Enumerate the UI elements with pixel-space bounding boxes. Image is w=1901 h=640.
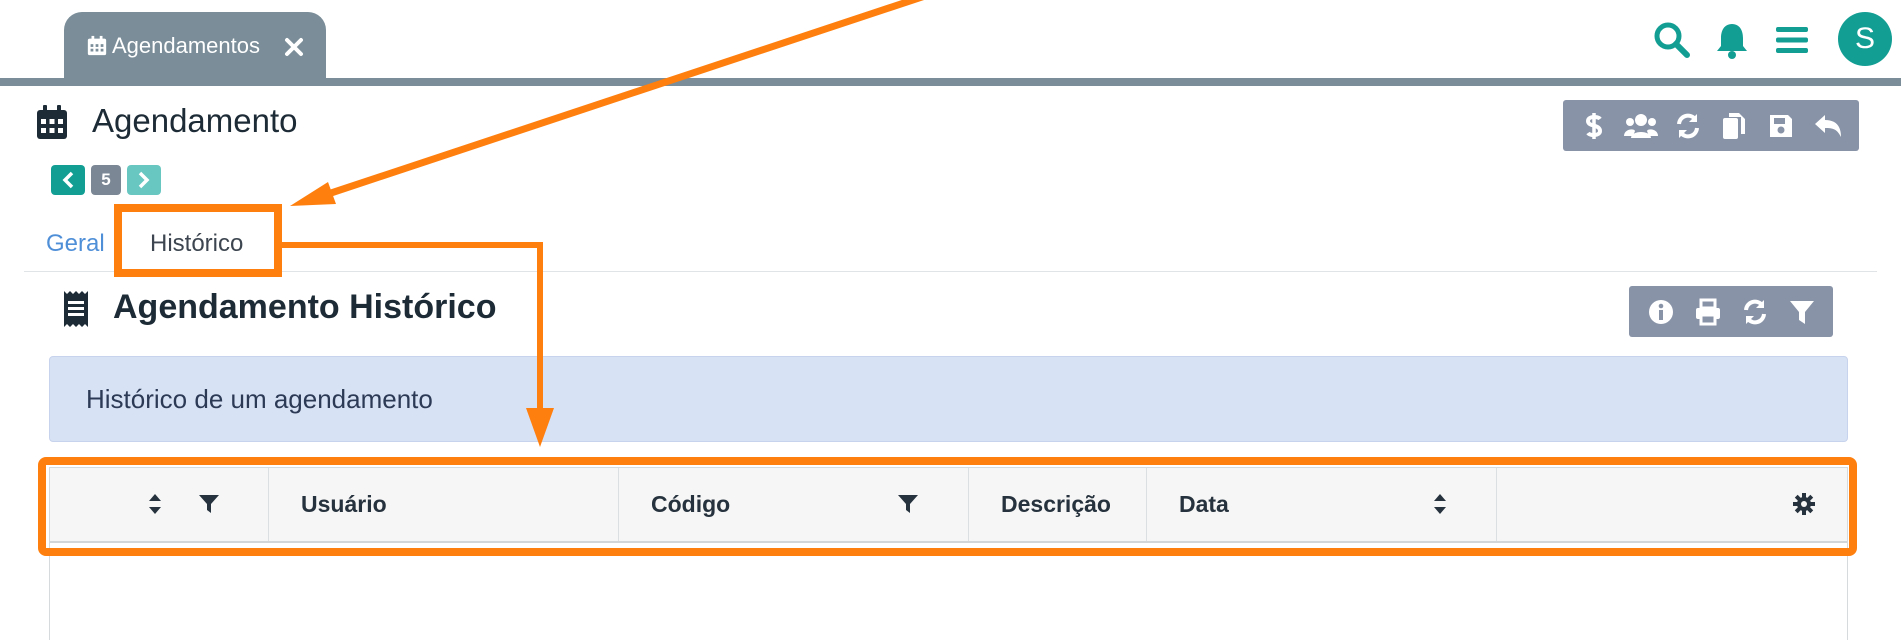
calendar-icon <box>87 35 107 56</box>
search-icon[interactable] <box>1652 20 1692 60</box>
table-header: Usuário Código Descrição Data <box>50 468 1847 543</box>
undo-button[interactable] <box>1811 109 1845 143</box>
info-text: Histórico de um agendamento <box>86 383 433 414</box>
tab-geral[interactable]: Geral <box>46 230 105 258</box>
users-icon <box>1623 113 1658 138</box>
refresh-button[interactable] <box>1738 295 1772 329</box>
column-header-usuario[interactable]: Usuário <box>269 468 619 541</box>
info-button[interactable] <box>1644 295 1678 329</box>
tab-bar: Geral Histórico <box>24 222 1877 272</box>
column-header-label: Descrição <box>1001 491 1111 517</box>
open-tab-label: Agendamentos <box>112 33 260 58</box>
previous-record-button[interactable] <box>51 165 85 195</box>
filter-icon[interactable] <box>897 493 919 515</box>
sync-button[interactable] <box>1671 109 1705 143</box>
receipt-icon <box>64 291 88 327</box>
next-record-button[interactable] <box>127 165 161 195</box>
top-bar: Agendamentos S <box>0 0 1901 86</box>
column-header-settings <box>1497 468 1847 541</box>
filter-icon[interactable] <box>198 493 220 515</box>
column-header-data[interactable]: Data <box>1147 468 1497 541</box>
print-icon <box>1695 298 1720 325</box>
open-tab-agendamentos[interactable]: Agendamentos <box>64 12 326 80</box>
menu-icon[interactable] <box>1772 20 1812 60</box>
print-button[interactable] <box>1691 295 1725 329</box>
users-button[interactable] <box>1623 109 1658 143</box>
avatar-initial: S <box>1854 22 1875 55</box>
copy-button[interactable] <box>1717 109 1751 143</box>
chevron-right-icon <box>138 171 150 189</box>
column-header-label: Data <box>1179 491 1229 517</box>
save-icon <box>1769 114 1792 137</box>
gear-icon[interactable] <box>1793 493 1815 515</box>
calendar-icon <box>37 105 67 139</box>
column-header-descricao[interactable]: Descrição <box>969 468 1147 541</box>
sync-icon <box>1676 113 1699 138</box>
record-pager: 5 <box>51 165 161 195</box>
close-icon[interactable] <box>282 35 306 59</box>
info-alert: Histórico de um agendamento <box>49 356 1848 442</box>
avatar[interactable]: S <box>1838 12 1892 66</box>
undo-icon <box>1814 114 1841 137</box>
page-title: Agendamento <box>92 102 298 139</box>
dollar-icon <box>1586 112 1603 139</box>
column-header-codigo[interactable]: Código <box>619 468 969 541</box>
filter-icon <box>1789 300 1814 324</box>
save-button[interactable] <box>1764 109 1798 143</box>
copy-icon <box>1723 112 1746 139</box>
section-title: Agendamento Histórico <box>113 288 497 326</box>
section-toolbar <box>1629 286 1833 337</box>
dollar-button[interactable] <box>1577 109 1611 143</box>
sync-icon <box>1743 299 1766 324</box>
column-header-label: Usuário <box>301 491 387 517</box>
top-bar-divider <box>0 78 1901 86</box>
column-header-actions <box>50 468 269 541</box>
filter-button[interactable] <box>1785 295 1819 329</box>
tab-historico[interactable]: Histórico <box>150 230 243 258</box>
history-table: Usuário Código Descrição Data <box>49 467 1848 640</box>
info-icon <box>1648 299 1673 324</box>
bell-icon[interactable] <box>1712 20 1752 60</box>
main-toolbar <box>1563 100 1859 151</box>
sort-icon[interactable] <box>1429 493 1451 515</box>
column-header-label: Código <box>651 491 731 517</box>
sort-icon[interactable] <box>144 493 166 515</box>
chevron-left-icon <box>62 171 74 189</box>
record-number-badge: 5 <box>91 165 121 195</box>
